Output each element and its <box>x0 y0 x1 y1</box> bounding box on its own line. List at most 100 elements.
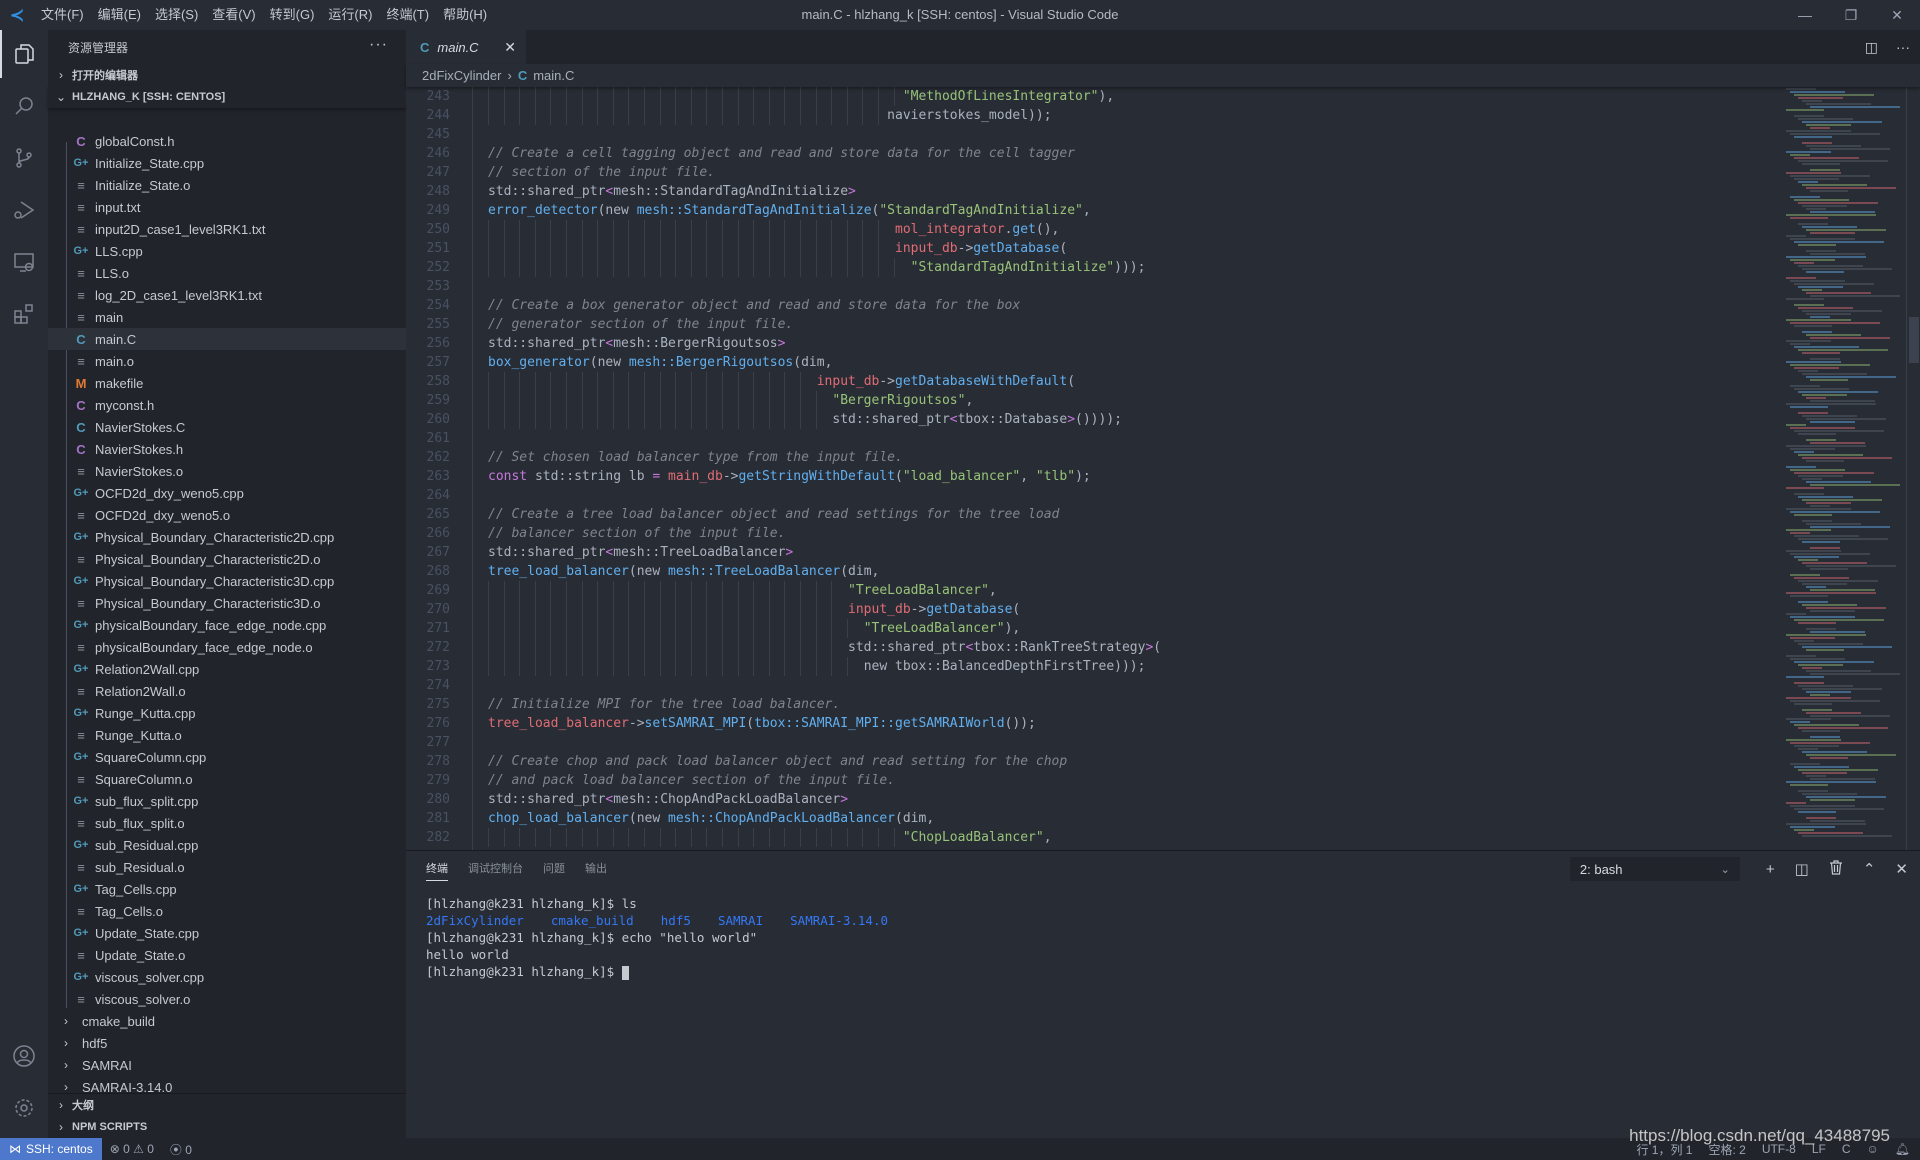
file-item[interactable]: ≡ Tag_Cells.o <box>48 900 406 922</box>
cursor-position[interactable]: 行 1，列 1 <box>1636 1141 1692 1158</box>
panel-tab[interactable]: 调试控制台 <box>468 860 523 876</box>
restore-button[interactable]: ❐ <box>1828 0 1874 30</box>
file-item[interactable]: Cmyconst.h <box>48 394 406 416</box>
npm-scripts-section[interactable]: › NPM SCRIPTS <box>48 1116 406 1138</box>
end-of-line[interactable]: LF <box>1812 1142 1826 1156</box>
menu-item[interactable]: 编辑(E) <box>91 0 148 30</box>
file-item[interactable]: G+ physicalBoundary_face_edge_node.cpp <box>48 614 406 636</box>
outline-section[interactable]: › 大纲 <box>48 1094 406 1116</box>
more-actions-icon[interactable]: ··· <box>369 36 388 54</box>
settings-gear-icon[interactable] <box>0 1084 48 1132</box>
file-item[interactable]: ≡ input2D_case1_level3RK1.txt <box>48 218 406 240</box>
file-item[interactable]: Mmakefile <box>48 372 406 394</box>
indent-guide <box>628 619 630 638</box>
file-item[interactable]: G+ SquareColumn.cpp <box>48 746 406 768</box>
file-item[interactable]: G+ Relation2Wall.cpp <box>48 658 406 680</box>
remote-explorer-icon[interactable] <box>0 238 48 286</box>
new-terminal-icon[interactable]: + <box>1766 861 1775 878</box>
file-item[interactable]: C NavierStokes.C <box>48 416 406 438</box>
file-item[interactable]: ≡ Physical_Boundary_Characteristic3D.o <box>48 592 406 614</box>
menu-item[interactable]: 选择(S) <box>148 0 205 30</box>
file-item[interactable]: G+ sub_Residual.cpp <box>48 834 406 856</box>
file-item[interactable]: Cmain.C <box>48 328 406 350</box>
file-item[interactable]: ≡ viscous_solver.o <box>48 988 406 1010</box>
encoding[interactable]: UTF-8 <box>1762 1142 1796 1156</box>
breadcrumb-file[interactable]: main.C <box>533 68 574 83</box>
menu-item[interactable]: 查看(V) <box>205 0 262 30</box>
menu-item[interactable]: 帮助(H) <box>436 0 494 30</box>
file-item[interactable]: G+ Physical_Boundary_Characteristic3D.cpp <box>48 570 406 592</box>
scrollbar-thumb[interactable] <box>1909 317 1919 363</box>
file-item[interactable]: G+ Physical_Boundary_Characteristic2D.cpp <box>48 526 406 548</box>
panel-tab[interactable]: 终端 <box>426 860 448 881</box>
minimize-button[interactable]: — <box>1782 0 1828 30</box>
extensions-icon[interactable] <box>0 290 48 338</box>
language-mode[interactable]: C <box>1842 1142 1851 1156</box>
file-item[interactable]: ≡ SquareColumn.o <box>48 768 406 790</box>
split-terminal-icon[interactable]: ◫ <box>1795 860 1809 878</box>
folder-item[interactable]: › hdf5 <box>48 1032 406 1054</box>
file-item[interactable]: ≡ main.o <box>48 350 406 372</box>
code-editor[interactable]: 243 "MethodOfLinesIntegrator"), 244 navie… <box>406 87 1766 850</box>
explorer-icon[interactable] <box>0 30 48 78</box>
problems-indicator[interactable]: ⊗ 0 ⚠ 0 <box>102 1142 162 1156</box>
menu-item[interactable]: 文件(F) <box>34 0 91 30</box>
file-item[interactable]: G+ viscous_solver.cpp <box>48 966 406 988</box>
more-actions-icon[interactable]: ··· <box>1896 39 1910 55</box>
panel-tab[interactable]: 问题 <box>543 860 565 876</box>
file-item[interactable]: G+ LLS.cpp <box>48 240 406 262</box>
menu-item[interactable]: 终端(T) <box>379 0 436 30</box>
file-item[interactable]: ≡ Relation2Wall.o <box>48 680 406 702</box>
source-control-icon[interactable] <box>0 134 48 182</box>
close-window-button[interactable]: ✕ <box>1874 0 1920 30</box>
file-item[interactable]: G+ Update_State.cpp <box>48 922 406 944</box>
minimap[interactable] <box>1786 87 1906 850</box>
trash-icon[interactable] <box>1829 859 1843 879</box>
file-item[interactable]: CglobalConst.h <box>48 130 406 152</box>
file-item[interactable]: G+ OCFD2d_dxy_weno5.cpp <box>48 482 406 504</box>
file-item[interactable]: ≡ main <box>48 306 406 328</box>
folder-item[interactable]: › SAMRAI <box>48 1054 406 1076</box>
file-item[interactable]: ≡ LLS.o <box>48 262 406 284</box>
account-icon[interactable] <box>0 1032 48 1080</box>
close-tab-icon[interactable]: ✕ <box>504 39 516 56</box>
workspace-section[interactable]: ⌄ HLZHANG_K [SSH: CENTOS] <box>48 86 406 108</box>
indentation[interactable]: 空格: 2 <box>1708 1141 1745 1158</box>
file-item[interactable]: G+ Initialize_State.cpp <box>48 152 406 174</box>
editor-scrollbar[interactable] <box>1906 87 1920 850</box>
file-item[interactable]: ≡ sub_Residual.o <box>48 856 406 878</box>
file-item[interactable]: ≡ Runge_Kutta.o <box>48 724 406 746</box>
close-panel-icon[interactable]: ✕ <box>1895 860 1908 878</box>
file-item[interactable]: G+ sub_flux_split.cpp <box>48 790 406 812</box>
remote-indicator[interactable]: ⋈ SSH: centos <box>0 1138 102 1160</box>
split-editor-icon[interactable]: ◫ <box>1865 39 1878 56</box>
file-item[interactable]: ≡ log_2D_case1_level3RK1.txt <box>48 284 406 306</box>
maximize-panel-icon[interactable]: ⌃ <box>1863 860 1876 878</box>
tab-main-c[interactable]: C main.C ✕ <box>406 30 526 64</box>
file-item[interactable]: G+ Tag_Cells.cpp <box>48 878 406 900</box>
panel-tab[interactable]: 输出 <box>585 860 607 876</box>
menu-item[interactable]: 转到(G) <box>263 0 322 30</box>
folder-item[interactable]: › cmake_build <box>48 1010 406 1032</box>
search-icon[interactable] <box>0 82 48 130</box>
file-item[interactable]: ≡ OCFD2d_dxy_weno5.o <box>48 504 406 526</box>
terminal-output[interactable]: [hlzhang@k231 hlzhang_k]$ ls 2dFixCylind… <box>426 895 888 980</box>
file-item[interactable]: G+ Runge_Kutta.cpp <box>48 702 406 724</box>
file-item[interactable]: ≡ Physical_Boundary_Characteristic2D.o <box>48 548 406 570</box>
file-item[interactable]: ≡ Initialize_State.o <box>48 174 406 196</box>
run-debug-icon[interactable] <box>0 186 48 234</box>
file-item[interactable]: C NavierStokes.h <box>48 438 406 460</box>
ports-indicator[interactable]: ⦿ 0 <box>162 1141 200 1158</box>
breadcrumb-folder[interactable]: 2dFixCylinder <box>422 68 501 83</box>
file-item[interactable]: ≡ NavierStokes.o <box>48 460 406 482</box>
feedback-icon[interactable]: ☺ <box>1867 1142 1879 1156</box>
file-item[interactable]: ≡ physicalBoundary_face_edge_node.o <box>48 636 406 658</box>
menu-item[interactable]: 运行(R) <box>321 0 379 30</box>
file-item[interactable]: ≡ input.txt <box>48 196 406 218</box>
notifications-bell-icon[interactable]: 🔔︎ <box>1895 1142 1910 1156</box>
open-editors-section[interactable]: › 打开的编辑器 <box>48 64 406 86</box>
code-token: std::string lb <box>527 469 653 484</box>
terminal-select[interactable]: 2: bash ⌄ <box>1569 857 1740 881</box>
file-item[interactable]: ≡ Update_State.o <box>48 944 406 966</box>
file-item[interactable]: ≡ sub_flux_split.o <box>48 812 406 834</box>
